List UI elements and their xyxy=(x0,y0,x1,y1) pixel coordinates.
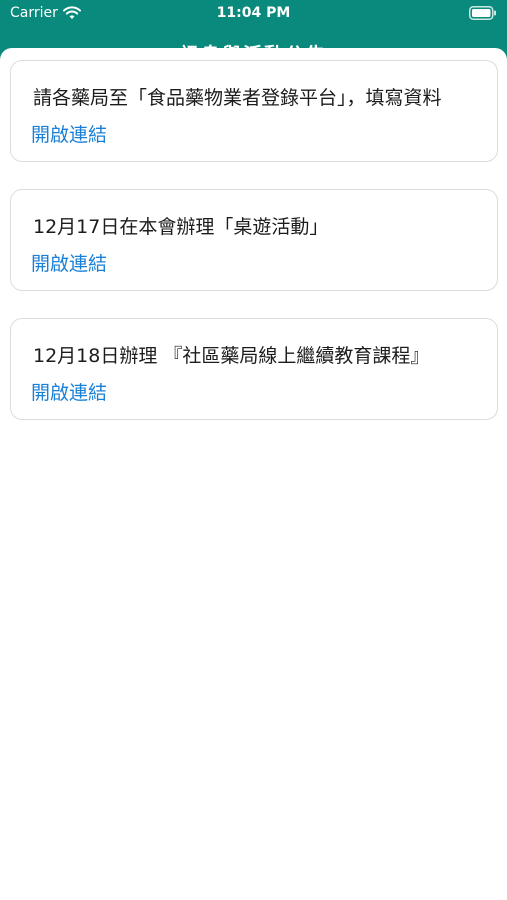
open-link-button[interactable]: 開啟連結 xyxy=(31,378,107,405)
announcement-title: 12月17日在本會辦理「桌遊活動」 xyxy=(33,216,329,238)
announcement-card[interactable]: 12月17日在本會辦理「桌遊活動」 開啟連結 xyxy=(10,189,498,291)
screen: Carrier 11:04 PM 訊息與活動公告 請各藥局至「食品藥物業者登錄平… xyxy=(0,0,507,900)
status-time: 11:04 PM xyxy=(216,5,291,21)
open-link-button[interactable]: 開啟連結 xyxy=(31,120,107,147)
announcement-title: 請各藥局至「食品藥物業者登錄平台」，填寫資料 xyxy=(33,87,442,109)
announcement-card[interactable]: 12月18日辦理 『社區藥局線上繼續教育課程』 開啟連結 xyxy=(10,318,498,420)
announcement-card[interactable]: 請各藥局至「食品藥物業者登錄平台」，填寫資料 開啟連結 xyxy=(10,60,498,162)
status-bar: Carrier 11:04 PM xyxy=(0,0,507,28)
announcement-list: 請各藥局至「食品藥物業者登錄平台」，填寫資料 開啟連結 12月17日在本會辦理「… xyxy=(0,48,507,900)
open-link-button[interactable]: 開啟連結 xyxy=(31,249,107,276)
battery-icon xyxy=(469,6,496,20)
announcement-title: 12月18日辦理 『社區藥局線上繼續教育課程』 xyxy=(33,345,430,367)
